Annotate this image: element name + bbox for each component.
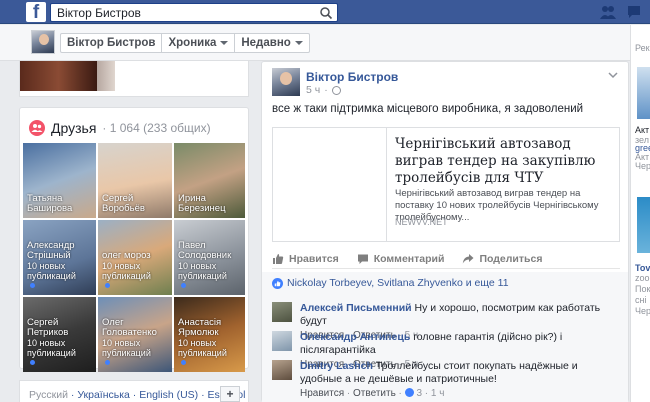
commenter-avatar[interactable]	[272, 302, 292, 322]
commenter-name[interactable]: Dmitry Lashch	[300, 360, 373, 372]
ad-image[interactable]	[637, 197, 650, 253]
ad-image[interactable]	[637, 67, 650, 119]
chevron-down-icon	[220, 41, 229, 45]
friends-grid: Татьяна Баширова Сергей Воробьёв Ирина Б…	[23, 143, 247, 372]
new-posts-dot	[105, 359, 110, 365]
link-source: NEWVV.NET	[395, 217, 448, 227]
friend-tile[interactable]: Сергей Петриков 10 новых публикаций	[23, 297, 96, 372]
profile-bar: Віктор Бистров Хроника Недавно	[0, 25, 650, 61]
post-text: все ж таки підтримка місцевого виробника…	[272, 103, 584, 115]
comment-time[interactable]: 1 ч	[431, 388, 445, 399]
comment-like-link[interactable]: Нравится	[300, 388, 344, 399]
chevron-down-icon[interactable]	[608, 70, 618, 80]
language-link[interactable]: Українська	[77, 389, 130, 401]
commenter-name[interactable]: Олександр Антипець	[300, 331, 410, 343]
friends-header[interactable]: Друзья · 1 064 (233 общих)	[29, 119, 211, 137]
post-time[interactable]: 5 ч	[306, 84, 320, 96]
recent-tab[interactable]: Недавно	[235, 34, 308, 52]
search-icon[interactable]	[319, 6, 333, 20]
likes-summary[interactable]: Nickolay Torbeyev, Svitlana Zhyvenko и е…	[262, 272, 628, 294]
friend-tile[interactable]: Анастасія Ярмолюк 10 новых публикаций	[174, 297, 245, 372]
thumbs-up-icon	[273, 253, 284, 264]
profile-name-tab[interactable]: Віктор Бистров	[61, 34, 163, 52]
share-icon	[463, 253, 474, 263]
new-posts-dot	[181, 359, 186, 365]
link-preview[interactable]: Чернігівський автозавод виграв тендер на…	[272, 127, 620, 242]
top-bar: f Віктор Бистров	[0, 0, 650, 24]
like-reaction-icon	[404, 388, 414, 397]
comments-section: Алексей Письменний Ну и хорошо, посмотри…	[262, 294, 628, 402]
language-bar: Русский · Українська · English (US) · Es…	[19, 380, 249, 402]
link-title[interactable]: Чернігівський автозавод виграв тендер на…	[395, 136, 615, 187]
new-posts-dot	[181, 282, 186, 288]
friend-tile[interactable]: Олег Головатенко 10 новых публикаций	[98, 297, 172, 372]
post-meta: 5 ч ·	[306, 84, 341, 96]
comment-icon	[357, 254, 368, 264]
commenter-avatar[interactable]	[272, 360, 292, 380]
new-posts-dot	[30, 282, 35, 288]
chevron-down-icon	[294, 41, 303, 45]
new-posts-dot	[105, 282, 110, 288]
friend-tile[interactable]: олег мороз 10 новых публикаций	[98, 220, 172, 295]
commenter-avatar[interactable]	[272, 331, 292, 351]
photo-thumbnail[interactable]	[20, 61, 97, 91]
friends-count: · 1 064 (233 общих)	[102, 121, 211, 135]
link-thumbnail[interactable]	[273, 128, 387, 241]
comment-button[interactable]: Комментарий	[357, 249, 444, 268]
language-current: Русский	[29, 389, 68, 401]
messages-icon[interactable]	[626, 4, 642, 20]
top-icons	[600, 4, 642, 20]
comment-reaction-count[interactable]: 3	[416, 388, 422, 399]
friend-tile[interactable]: Александр Стрішный 10 новых публикаций	[23, 220, 96, 295]
photo-thumbnail[interactable]	[97, 61, 115, 91]
friend-tile[interactable]: Сергей Воробьёв	[98, 143, 172, 218]
post-author-avatar[interactable]	[272, 68, 300, 96]
right-sidebar-header: Рек	[635, 43, 650, 53]
right-sidebar: Рек Акт зел gree Акт Чер Tove zoo Пок сн…	[630, 25, 650, 402]
facebook-logo-icon[interactable]: f	[26, 2, 46, 22]
friends-card: Друзья · 1 064 (233 общих) Татьяна Башир…	[19, 107, 249, 372]
post-actions: Нравится Комментарий Поделиться	[272, 249, 620, 269]
search-input[interactable]: Віктор Бистров	[57, 6, 141, 20]
globe-icon	[331, 85, 341, 95]
post-card: Віктор Бистров 5 ч · все ж таки підтримк…	[261, 61, 629, 402]
profile-avatar[interactable]	[31, 30, 55, 54]
commenter-name[interactable]: Алексей Письменний	[300, 302, 412, 314]
like-reaction-icon	[272, 277, 283, 289]
share-button[interactable]: Поделиться	[462, 249, 542, 268]
search-box[interactable]: Віктор Бистров	[50, 3, 338, 22]
friend-requests-icon[interactable]	[600, 4, 616, 20]
comment-reply-link[interactable]: Ответить	[353, 388, 396, 399]
post-author[interactable]: Віктор Бистров	[306, 70, 398, 84]
friends-title[interactable]: Друзья	[51, 120, 96, 136]
profile-tabs: Віктор Бистров Хроника Недавно	[60, 33, 310, 53]
friend-tile[interactable]: Павел Солодовник 10 новых публикаций	[174, 220, 245, 295]
friend-tile[interactable]: Ирина Березинец	[174, 143, 245, 218]
timeline-tab[interactable]: Хроника	[162, 34, 236, 52]
friend-tile[interactable]: Татьяна Баширова	[23, 143, 96, 218]
language-link[interactable]: English (US)	[139, 389, 198, 401]
new-posts-dot	[30, 359, 35, 365]
more-languages-button[interactable]: +	[220, 386, 240, 402]
friends-icon	[29, 120, 45, 136]
like-button[interactable]: Нравится	[272, 249, 339, 268]
photos-card	[19, 61, 249, 97]
